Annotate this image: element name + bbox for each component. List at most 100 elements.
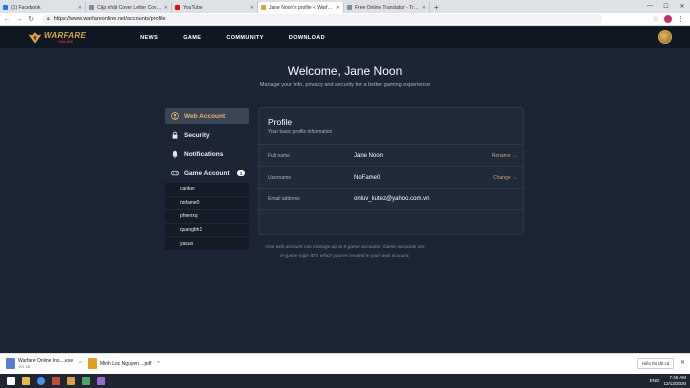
- close-downloads-icon[interactable]: ✕: [680, 359, 685, 366]
- url-input[interactable]: 🔒︎ https://www.warfareonline.net/account…: [42, 14, 602, 24]
- page-subtitle: Manage your info, privacy and security f…: [259, 82, 431, 88]
- tab-label: (1) Facebook: [11, 4, 41, 11]
- field-value: Jane Noon: [354, 152, 384, 159]
- show-all-button[interactable]: Hiển thị tất cả: [637, 358, 674, 369]
- browser-tab-active[interactable]: Jane Noon's profile « Warface O ✕: [258, 2, 344, 13]
- sidebar-item-game-account[interactable]: Game Account 1: [165, 165, 249, 181]
- tab-label: Cập nhật Cover Letter Cover lett: [97, 4, 162, 11]
- site-header: WARFARE ONLINE NEWS GAME COMMUNITY DOWNL…: [0, 27, 690, 48]
- close-window-icon[interactable]: ✕: [674, 0, 690, 12]
- window-controls: — ☐ ✕: [642, 0, 690, 12]
- chevron-up-icon[interactable]: ^: [79, 361, 81, 367]
- game-account-item[interactable]: phienxq: [165, 210, 249, 224]
- account-sidebar: Web Account Security Notifications Game …: [165, 108, 249, 251]
- tab-label: Jane Noon's profile « Warface O: [269, 4, 334, 11]
- close-tab-icon[interactable]: ✕: [422, 5, 426, 11]
- field-label: Email address: [268, 196, 300, 202]
- minimize-icon[interactable]: —: [642, 0, 658, 12]
- download-item[interactable]: Minh Loc Nguyen....pdf ^: [88, 358, 160, 369]
- field-label: Full name: [268, 152, 290, 159]
- game-account-item[interactable]: canker: [165, 183, 249, 197]
- app-icon[interactable]: [52, 377, 60, 385]
- profile-panel: Profile Your basic profile information F…: [258, 107, 524, 235]
- download-item[interactable]: Warfare Online Ins....exe 151 kB ^: [6, 358, 81, 369]
- chevron-up-icon[interactable]: ^: [157, 361, 159, 367]
- lock-icon: [171, 131, 179, 139]
- language-indicator[interactable]: ENG: [650, 378, 660, 383]
- sidebar-item-web-account[interactable]: Web Account: [165, 108, 249, 124]
- document-favicon-icon: [89, 5, 94, 10]
- installer-file-icon: [6, 358, 15, 369]
- tab-label: YouTube: [183, 4, 203, 11]
- download-name: Minh Loc Nguyen....pdf: [100, 360, 152, 367]
- address-bar: ← → ↻ 🔒︎ https://www.warfareonline.net/a…: [0, 13, 690, 26]
- clock[interactable]: 7:46 AM 12/13/2020: [663, 375, 686, 386]
- new-tab-button[interactable]: +: [430, 2, 443, 13]
- field-value: onluv_kutez@yahoo.com.vn: [354, 196, 430, 202]
- menu-dots-icon[interactable]: ⋮: [677, 15, 684, 23]
- tab-label: Free Online Translator - Transla: [355, 4, 420, 11]
- file-explorer-icon[interactable]: [22, 377, 30, 385]
- system-tray: ENG 7:46 AM 12/13/2020: [650, 375, 686, 386]
- warfare-favicon-icon: [261, 5, 266, 10]
- account-limit-note: One web account can manage up to 5 game …: [0, 243, 690, 261]
- app-icon[interactable]: [82, 377, 90, 385]
- browser-tab[interactable]: YouTube ✕: [172, 2, 258, 13]
- app-icon[interactable]: [67, 377, 75, 385]
- profile-subtitle: Your basic profile information: [268, 129, 333, 135]
- bookmark-star-icon[interactable]: ☆: [653, 15, 659, 23]
- browser-tab[interactable]: (1) Facebook ✕: [0, 2, 86, 13]
- sidebar-item-label: Web Account: [184, 112, 226, 120]
- facebook-favicon-icon: [3, 5, 8, 10]
- profile-avatar-icon[interactable]: [664, 15, 672, 23]
- profile-title: Profile: [268, 117, 293, 127]
- windows-taskbar: ENG 7:46 AM 12/13/2020: [0, 374, 690, 388]
- note-line: One web account can manage up to 5 game …: [265, 245, 425, 250]
- game-account-item[interactable]: quangbh1: [165, 224, 249, 238]
- nav-download[interactable]: DOWNLOAD: [289, 35, 325, 41]
- chrome-icon[interactable]: [37, 377, 45, 385]
- nav-game[interactable]: GAME: [183, 35, 201, 41]
- sidebar-item-security[interactable]: Security: [165, 127, 249, 143]
- sidebar-item-notifications[interactable]: Notifications: [165, 146, 249, 162]
- user-avatar[interactable]: [658, 30, 672, 44]
- rename-link[interactable]: Rename →: [492, 153, 517, 159]
- logo-text-sub: ONLINE: [58, 38, 74, 44]
- bell-icon: [171, 150, 179, 158]
- sidebar-item-label: Notifications: [184, 150, 224, 158]
- close-tab-icon[interactable]: ✕: [336, 5, 340, 11]
- close-tab-icon[interactable]: ✕: [164, 5, 168, 11]
- note-line: in-game login ID's which you've created …: [280, 254, 410, 259]
- download-size: 151 kB: [18, 364, 31, 369]
- close-tab-icon[interactable]: ✕: [78, 5, 82, 11]
- nav-community[interactable]: COMMUNITY: [226, 35, 264, 41]
- nav-news[interactable]: NEWS: [140, 35, 158, 41]
- pdf-file-icon: [88, 358, 97, 369]
- windows-start-icon[interactable]: [7, 377, 15, 385]
- forward-icon[interactable]: →: [14, 16, 24, 23]
- warfare-logo[interactable]: WARFARE ONLINE: [28, 27, 86, 48]
- close-tab-icon[interactable]: ✕: [250, 5, 254, 11]
- user-circle-icon: [171, 112, 179, 120]
- browser-tab-strip: (1) Facebook ✕ Cập nhật Cover Letter Cov…: [0, 0, 690, 13]
- main-nav: NEWS GAME COMMUNITY DOWNLOAD: [140, 35, 350, 41]
- game-account-item[interactable]: nofame0: [165, 197, 249, 211]
- gamepad-icon: [171, 169, 179, 177]
- browser-tab[interactable]: Cập nhật Cover Letter Cover lett ✕: [86, 2, 172, 13]
- game-account-count-badge: 1: [237, 170, 245, 176]
- lock-icon: 🔒︎: [47, 16, 50, 22]
- app-icon[interactable]: [97, 377, 105, 385]
- reload-icon[interactable]: ↻: [26, 15, 36, 23]
- winged-shield-icon: [28, 31, 42, 44]
- profile-row-username: Username NoFame0 Change →: [259, 166, 523, 188]
- maximize-icon[interactable]: ☐: [658, 0, 674, 12]
- back-icon[interactable]: ←: [2, 16, 12, 23]
- change-link[interactable]: Change →: [493, 175, 517, 181]
- page-title: Welcome, Jane Noon: [287, 64, 403, 78]
- browser-tab[interactable]: Free Online Translator - Transla ✕: [344, 2, 430, 13]
- downloads-bar: Warfare Online Ins....exe 151 kB ^ Minh …: [0, 353, 690, 374]
- profile-page: Welcome, Jane Noon Manage your info, pri…: [0, 48, 690, 353]
- youtube-favicon-icon: [175, 5, 180, 10]
- translator-favicon-icon: [347, 5, 352, 10]
- field-label: Username: [268, 174, 292, 181]
